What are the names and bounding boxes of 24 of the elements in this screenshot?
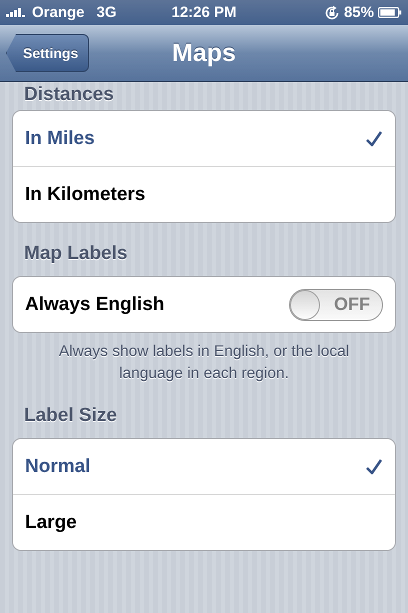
battery-percent: 85%: [344, 4, 374, 21]
setting-label: Always English: [25, 294, 164, 316]
option-label: Large: [25, 512, 77, 534]
checkmark-icon: [365, 130, 383, 148]
option-row[interactable]: In Kilometers: [13, 166, 395, 222]
option-row[interactable]: In Miles: [13, 111, 395, 166]
section-header: Label Size: [23, 404, 118, 428]
signal-icon: [6, 8, 28, 17]
carrier-name: Orange: [32, 4, 85, 21]
back-button[interactable]: Settings: [6, 34, 90, 72]
status-time: 12:26 PM: [171, 4, 237, 21]
network-type: 3G: [96, 4, 117, 21]
option-label: In Kilometers: [25, 184, 146, 206]
checkmark-icon: [365, 458, 383, 476]
section-footer: Always show labels in English, or the local language in each region.: [12, 333, 396, 385]
screen-title: Maps: [172, 38, 236, 68]
battery-icon: [378, 7, 402, 18]
rotation-lock-icon: [324, 4, 340, 20]
section-header: Map Labels: [23, 242, 128, 266]
option-label: Normal: [25, 456, 90, 478]
section-header: Distances: [23, 83, 115, 107]
option-row[interactable]: Large: [13, 494, 395, 550]
option-label: In Miles: [25, 128, 95, 150]
option-row[interactable]: Normal: [13, 439, 395, 494]
